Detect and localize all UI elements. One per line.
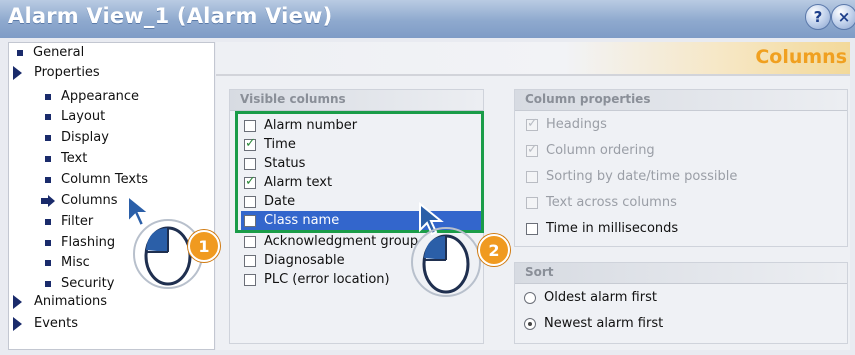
- nav-item-label: Appearance: [61, 89, 140, 104]
- nav-item-label: Flashing: [61, 235, 116, 250]
- nav-item-properties[interactable]: Properties: [13, 63, 100, 83]
- bullet-icon: [45, 240, 51, 246]
- bullet-icon: [45, 177, 51, 183]
- nav-item-misc[interactable]: Misc: [45, 253, 90, 273]
- radio-label: Oldest alarm first: [544, 290, 657, 305]
- checkbox-plc-error-location[interactable]: PLC (error location): [244, 270, 390, 289]
- nav-item-text[interactable]: Text: [45, 149, 87, 169]
- nav-item-general[interactable]: General: [17, 43, 84, 63]
- checkbox-label: Diagnosable: [264, 253, 345, 268]
- checkbox[interactable]: [526, 196, 538, 209]
- bullet-icon: [45, 219, 51, 225]
- radio-newest-alarm-first[interactable]: Newest alarm first: [524, 314, 663, 333]
- nav-item-display[interactable]: Display: [45, 128, 109, 148]
- checkbox-headings[interactable]: Headings: [526, 115, 607, 134]
- group-header: Column properties: [515, 90, 847, 111]
- group-header: Sort: [515, 263, 847, 284]
- nav-item-label: General: [33, 45, 85, 60]
- nav-item-layout[interactable]: Layout: [45, 107, 105, 127]
- bullet-icon: [45, 156, 51, 162]
- nav-item-appearance[interactable]: Appearance: [45, 87, 139, 107]
- checkbox-label: Text across columns: [546, 195, 677, 210]
- window-titlebar: Alarm View_1 (Alarm View) ? ×: [0, 0, 855, 38]
- group-header: Visible columns: [230, 90, 483, 111]
- step-badge-1: 1: [188, 230, 220, 262]
- nav-item-events[interactable]: Events: [13, 314, 78, 334]
- checkbox[interactable]: [526, 222, 538, 235]
- checkbox-diagnosable[interactable]: Diagnosable: [244, 251, 345, 270]
- expand-triangle-icon: [13, 317, 22, 331]
- bullet-icon: [45, 114, 51, 120]
- checkbox-acknowledgment-group[interactable]: Acknowledgment group: [244, 232, 418, 251]
- group-title: Sort: [525, 265, 554, 279]
- checkbox[interactable]: [244, 254, 256, 267]
- checkbox-label: Sorting by date/time possible: [546, 169, 738, 184]
- checkbox[interactable]: [526, 170, 538, 183]
- nav-item-label: Misc: [61, 255, 90, 270]
- checkbox[interactable]: [526, 142, 538, 157]
- pin-help-icon: ?: [813, 8, 823, 26]
- checkbox-label: Headings: [546, 117, 607, 132]
- checkbox-label: PLC (error location): [264, 272, 390, 287]
- radio-label: Newest alarm first: [544, 316, 664, 331]
- nav-item-animations[interactable]: Animations: [13, 292, 107, 312]
- nav-item-label: Events: [34, 316, 79, 331]
- step-badge-2: 2: [478, 234, 510, 266]
- checkbox-text-across-columns[interactable]: Text across columns: [526, 193, 677, 212]
- close-icon: ×: [837, 8, 851, 26]
- checkbox-column-ordering[interactable]: Column ordering: [526, 141, 655, 160]
- checkbox[interactable]: [244, 235, 256, 248]
- radio-button[interactable]: [524, 317, 536, 330]
- nav-item-label: Security: [61, 276, 115, 291]
- nav-item-security[interactable]: Security: [45, 274, 114, 294]
- radio-button[interactable]: [524, 291, 536, 304]
- radio-oldest-alarm-first[interactable]: Oldest alarm first: [524, 288, 657, 307]
- nav-item-label: Layout: [61, 109, 106, 124]
- nav-item-filter[interactable]: Filter: [45, 212, 93, 232]
- window-title: Alarm View_1 (Alarm View): [8, 4, 333, 28]
- nav-item-columns[interactable]: Columns: [41, 191, 118, 211]
- help-pin-button[interactable]: ?: [805, 4, 831, 30]
- divider: [216, 74, 850, 76]
- bullet-icon: [45, 94, 51, 100]
- section-title: Columns: [755, 46, 847, 68]
- nav-item-flashing[interactable]: Flashing: [45, 233, 115, 253]
- checkbox-label: Time in milliseconds: [546, 221, 679, 236]
- checkbox-time-in-milliseconds[interactable]: Time in milliseconds: [526, 219, 678, 238]
- bullet-icon: [17, 50, 23, 56]
- checkbox-label: Column ordering: [546, 143, 655, 158]
- bullet-icon: [45, 135, 51, 141]
- nav-item-label: Column Texts: [61, 172, 148, 187]
- arrow-right-icon: [41, 195, 55, 207]
- checkbox-sorting-by-date-time[interactable]: Sorting by date/time possible: [526, 167, 737, 186]
- bullet-icon: [45, 281, 51, 287]
- checkbox-label: Acknowledgment group: [264, 234, 419, 249]
- nav-item-label: Animations: [34, 294, 108, 309]
- nav-item-label: Text: [61, 151, 88, 166]
- nav-item-label: Filter: [61, 214, 94, 229]
- group-title: Column properties: [525, 92, 651, 106]
- bullet-icon: [45, 260, 51, 266]
- checkbox[interactable]: [244, 273, 256, 286]
- nav-item-label: Columns: [61, 193, 118, 208]
- checkbox[interactable]: [526, 116, 538, 131]
- close-button[interactable]: ×: [831, 4, 855, 30]
- group-title: Visible columns: [240, 92, 346, 106]
- nav-item-label: Display: [61, 130, 109, 145]
- expand-triangle-icon: [13, 66, 22, 80]
- expand-triangle-icon: [13, 295, 22, 309]
- nav-item-label: Properties: [34, 65, 100, 80]
- nav-item-column-texts[interactable]: Column Texts: [45, 170, 148, 190]
